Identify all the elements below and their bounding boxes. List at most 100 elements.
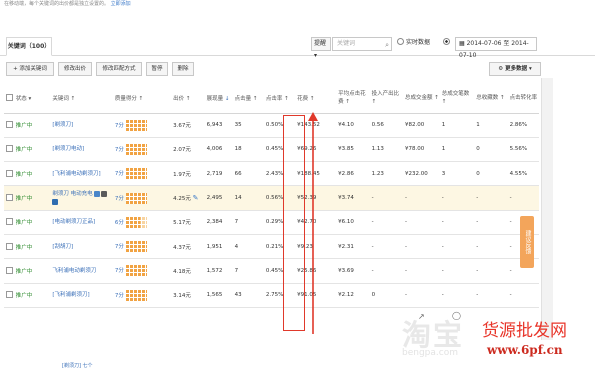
trash-icon[interactable] [52, 198, 59, 205]
table-row[interactable]: 推广中 [剃须刀电动] 7分 2.07元 4,006 18 0.45% ¥69.26 ¥3.85… [4, 137, 539, 163]
bid-cell[interactable]: 4.18元 [171, 258, 205, 284]
realtime-toggle[interactable]: 实时数据 [397, 37, 445, 51]
bid-cell[interactable]: 3.67元 [171, 113, 205, 138]
impressions-cell: 1,565 [204, 283, 233, 308]
row-checkbox-cell[interactable] [4, 113, 14, 138]
revenue-cell: - [403, 283, 440, 308]
keyword-link[interactable]: [剃须刀电动] [52, 146, 84, 152]
score-value[interactable]: 6分 [115, 220, 124, 226]
col-cost[interactable]: 花费 ↑ [295, 84, 337, 114]
col-status[interactable]: 状态 ▾ [13, 84, 51, 114]
row-checkbox-cell[interactable] [4, 258, 14, 284]
score-value[interactable]: 7分 [115, 147, 124, 153]
filter-select[interactable]: 提醒 ▾ [311, 37, 331, 59]
col-favs-label: 总收藏数 [476, 95, 499, 102]
pause-button[interactable]: 暂停 [146, 62, 168, 76]
score-value[interactable]: 7分 [115, 268, 124, 274]
history-radio[interactable] [443, 38, 450, 45]
clicks-cell: 7 [232, 210, 264, 235]
bid-cell[interactable]: 4.25元 ✎ [171, 185, 205, 211]
col-roi[interactable]: 投入产出比 ↑ [369, 84, 404, 114]
row-checkbox-cell[interactable] [4, 234, 14, 260]
keyword-link[interactable]: 飞利浦电动剃须刀 [52, 268, 96, 274]
clicks-cell: 7 [232, 258, 264, 284]
date-range-picker[interactable]: ▦ 2014-07-06 至 2014-07-10 [455, 37, 537, 59]
select-all-checkbox[interactable] [6, 94, 13, 102]
bid-cell[interactable]: 1.97元 [171, 161, 205, 187]
bid-cell[interactable]: 3.14元 [171, 283, 205, 308]
row-checkbox[interactable] [6, 145, 13, 153]
keyword-link[interactable]: [飞利浦剃须刀] [52, 292, 89, 298]
row-checkbox-cell[interactable] [4, 283, 14, 308]
keyword-link[interactable]: 剃须刀 电动充电 [52, 191, 92, 197]
copy-icon[interactable] [101, 190, 108, 197]
table-row[interactable]: 推广中 [剃须刀] 7分 3.67元 6,943 35 0.50% ¥143.52 ¥4.10 0… [4, 113, 539, 138]
keyword-link[interactable]: [剃须刀] [52, 122, 73, 128]
table-row[interactable]: 推广中 剃须刀 电动充电 7分 4.25元 ✎ 2,495 14 0.56% ¥52.39 ¥… [4, 185, 539, 211]
orders-cell: - [439, 234, 475, 260]
vertical-scrollbar[interactable] [541, 78, 553, 340]
col-ctr[interactable]: 点击率 ↑ [263, 84, 296, 114]
delete-button[interactable]: 删除 [172, 62, 194, 76]
col-cvr[interactable]: 点击转化率 [507, 84, 539, 114]
keyword-link[interactable]: [电动剃须刀正品] [52, 219, 95, 225]
col-favs[interactable]: 总收藏数 ↑ [474, 84, 508, 114]
col-score[interactable]: 质量得分 ↑ [112, 84, 172, 114]
mobile-icon[interactable] [94, 190, 101, 197]
keyword-link[interactable]: [飞利浦电动剃须刀] [52, 171, 100, 177]
row-checkbox[interactable] [6, 291, 13, 299]
score-value[interactable]: 7分 [115, 123, 124, 129]
row-checkbox[interactable] [6, 194, 13, 202]
feedback-tab[interactable]: 建议反馈 [520, 216, 534, 268]
impressions-cell: 1,572 [204, 258, 233, 284]
row-checkbox-cell[interactable] [4, 210, 14, 235]
score-value[interactable]: 7分 [115, 293, 124, 299]
col-orders[interactable]: 总成交笔数 ↑ [439, 84, 475, 114]
table-row[interactable]: 推广中 [电动剃须刀正品] 6分 5.17元 2,384 7 0.29% ¥42.70 ¥6.1… [4, 210, 539, 235]
add-keyword-button[interactable]: + 添加关键词 [6, 62, 54, 76]
col-impressions-label: 展现量 [206, 96, 224, 103]
table-row[interactable]: 推广中 [刮胡刀] 7分 4.37元 1,951 4 0.21% ¥9.23 ¥2.31- - - -… [4, 234, 539, 260]
roi-cell: 0 [369, 283, 404, 308]
col-impressions[interactable]: 展现量 ↓ [204, 84, 233, 114]
edit-match-button[interactable]: 修改匹配方式 [96, 62, 142, 76]
search-icon[interactable]: ⌕ [385, 39, 389, 51]
score-value[interactable]: 7分 [115, 196, 124, 202]
row-checkbox[interactable] [6, 169, 13, 177]
row-checkbox-cell[interactable] [4, 161, 14, 187]
realtime-radio[interactable] [397, 38, 404, 45]
row-checkbox[interactable] [6, 121, 13, 129]
keyword-link[interactable]: [刮胡刀] [52, 244, 73, 250]
table-row[interactable]: 推广中 飞利浦电动剃须刀 7分 4.18元 1,572 7 0.45% ¥25.86 ¥3.69… [4, 258, 539, 284]
search-input[interactable]: 关键词 ⌕ [332, 37, 392, 51]
bid-cell[interactable]: 2.07元 [171, 137, 205, 163]
history-toggle[interactable] [443, 37, 453, 51]
row-checkbox-cell[interactable] [4, 185, 14, 211]
notice-link[interactable]: 立即添加 [111, 1, 131, 7]
ctr-cell: 0.21% [263, 234, 296, 260]
col-bid[interactable]: 出价 ↑ [171, 84, 205, 114]
row-checkbox[interactable] [6, 266, 13, 274]
row-checkbox[interactable] [6, 242, 13, 250]
bid-cell[interactable]: 4.37元 [171, 234, 205, 260]
select-all-cell[interactable] [4, 84, 14, 114]
col-keyword[interactable]: 关键词 ↑ [50, 84, 113, 114]
bid-cell[interactable]: 5.17元 [171, 210, 205, 235]
col-clicks[interactable]: 点击量 ↑ [232, 84, 264, 114]
more-data-label: 更多数据 [505, 66, 528, 72]
row-checkbox[interactable] [6, 218, 13, 226]
more-data-button[interactable]: ⚙ 更多数据 ▾ [489, 62, 541, 76]
score-value[interactable]: 7分 [115, 244, 124, 250]
status-cell: 推广中 [13, 161, 51, 187]
notice-message: 在移动端，每个关键词的出价都是独立设置的。 [4, 1, 110, 7]
score-value[interactable]: 7分 [115, 171, 124, 177]
edit-pencil-icon[interactable]: ✎ [193, 194, 199, 202]
col-cpc[interactable]: 平均点击花费 ↑ [336, 84, 370, 114]
table-row[interactable]: 推广中 [飞利浦电动剃须刀] 7分 1.97元 2,719 66 2.43% ¥188.45 ¥… [4, 161, 539, 187]
tab-keywords[interactable]: 关键词（100） [6, 37, 52, 56]
bid-value: 3.14元 [173, 293, 191, 300]
col-revenue[interactable]: 总成交金额 ↑ [403, 84, 440, 114]
table-row[interactable]: 推广中 [飞利浦剃须刀] 7分 3.14元 1,565 43 2.75% ¥91.05 ¥2.1… [4, 283, 539, 308]
edit-bid-button[interactable]: 修改出价 [58, 62, 92, 76]
row-checkbox-cell[interactable] [4, 137, 14, 163]
